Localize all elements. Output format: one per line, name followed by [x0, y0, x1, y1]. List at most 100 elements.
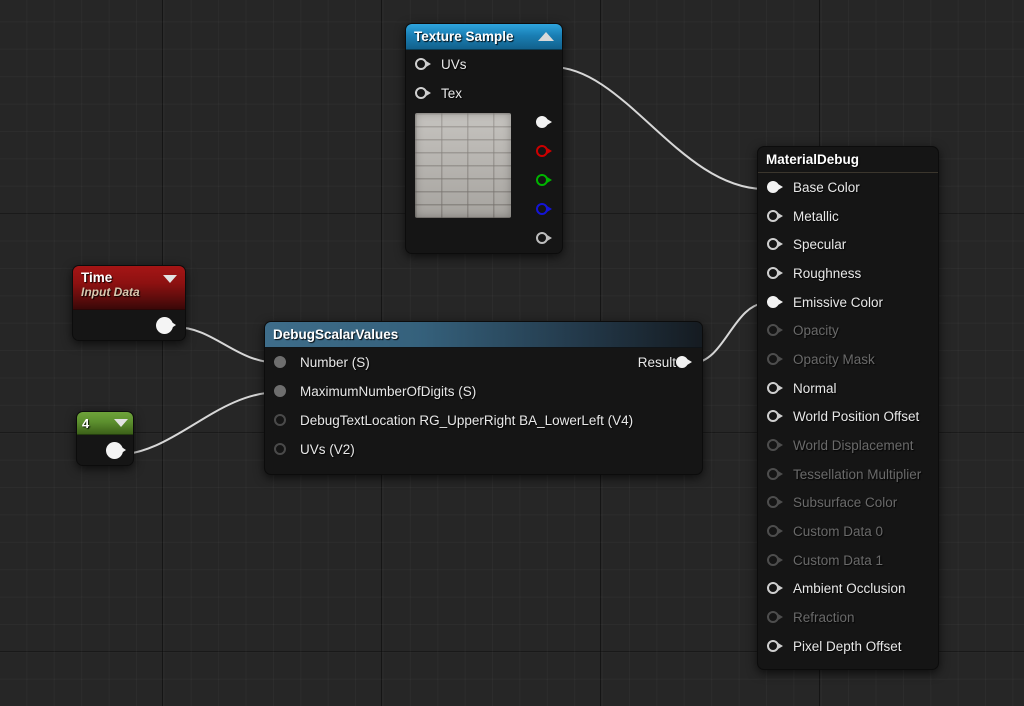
debug-scalar-values-header[interactable]: DebugScalarValues [265, 322, 702, 348]
material-debug-body: Base Color Metallic Specular Roughness E… [758, 173, 938, 661]
uvs-input-pin-icon[interactable] [415, 58, 432, 71]
refraction-pin-icon[interactable] [767, 611, 784, 624]
pin-row-number[interactable]: Number (S) Result [265, 348, 702, 377]
number-input-pin-icon[interactable] [274, 356, 291, 369]
pin-row-emissive-color[interactable]: Emissive Color [758, 288, 938, 317]
subsurface-color-pin-icon[interactable] [767, 496, 784, 509]
pin-row-opacity-mask[interactable]: Opacity Mask [758, 345, 938, 374]
world-position-offset-pin-icon[interactable] [767, 410, 784, 423]
node-constant-4[interactable]: 4 [76, 411, 134, 466]
texture-sample-header[interactable]: Texture Sample [406, 24, 562, 50]
pin-row-world-displacement[interactable]: World Displacement [758, 431, 938, 460]
pin-row-ambient-occlusion[interactable]: Ambient Occlusion [758, 575, 938, 604]
node-material-debug[interactable]: MaterialDebug Base Color Metallic Specul… [757, 146, 939, 670]
opacity-pin-icon[interactable] [767, 324, 784, 337]
emissive-color-label: Emissive Color [793, 294, 884, 310]
debug-scalar-values-body: Number (S) Result MaximumNumberOfDigits … [265, 348, 702, 464]
pin-row-uvs-v2[interactable]: UVs (V2) [265, 435, 702, 464]
result-output-pin-icon[interactable] [676, 356, 693, 369]
opacity-label: Opacity [793, 323, 839, 339]
pin-row-subsurface-color[interactable]: Subsurface Color [758, 489, 938, 518]
metallic-pin-icon[interactable] [767, 209, 784, 223]
roughness-pin-icon[interactable] [767, 266, 784, 280]
pin-row-world-position-offset[interactable]: World Position Offset [758, 403, 938, 432]
pin-row-output-r[interactable] [520, 137, 562, 166]
pin-row-metallic[interactable]: Metallic [758, 202, 938, 231]
wire-texture-to-base-color [551, 66, 766, 190]
pin-row-output-a[interactable] [520, 224, 562, 253]
pin-row-debug-text-location[interactable]: DebugTextLocation RG_UpperRight BA_Lower… [265, 406, 702, 435]
normal-pin-icon[interactable] [767, 381, 784, 395]
uvs-v2-pin-icon[interactable] [274, 443, 291, 456]
number-input-label: Number (S) [300, 355, 370, 370]
base-color-pin-icon[interactable] [767, 180, 784, 194]
custom-data-0-pin-icon[interactable] [767, 525, 784, 538]
constant-4-body [77, 435, 133, 465]
tex-input-pin-icon[interactable] [415, 87, 432, 100]
debug-text-location-label: DebugTextLocation RG_UpperRight BA_Lower… [300, 413, 634, 428]
chevron-up-icon[interactable] [538, 32, 554, 41]
pin-row-base-color[interactable]: Base Color [758, 173, 938, 202]
maximum-number-of-digits-label: MaximumNumberOfDigits (S) [300, 384, 477, 399]
opacity-mask-label: Opacity Mask [793, 351, 875, 367]
pin-row-refraction[interactable]: Refraction [758, 603, 938, 632]
chevron-down-icon[interactable] [114, 419, 128, 427]
texture-sample-title: Texture Sample [414, 29, 514, 44]
specular-pin-icon[interactable] [767, 238, 784, 251]
metallic-label: Metallic [793, 208, 839, 224]
pin-row-custom-data-1[interactable]: Custom Data 1 [758, 546, 938, 575]
emissive-color-pin-icon[interactable] [767, 295, 784, 309]
constant-4-output-pin-icon[interactable] [106, 441, 126, 459]
material-debug-header[interactable]: MaterialDebug [758, 147, 938, 173]
rgb-output-pin-icon[interactable] [536, 116, 553, 129]
refraction-label: Refraction [793, 610, 855, 626]
maximum-number-of-digits-pin-icon[interactable] [274, 385, 291, 398]
pin-row-specular[interactable]: Specular [758, 230, 938, 259]
texture-sample-body: UVs Tex [406, 50, 562, 253]
time-body [73, 310, 185, 340]
pin-row-normal[interactable]: Normal [758, 374, 938, 403]
custom-data-1-pin-icon[interactable] [767, 553, 784, 567]
pin-row-maximum-number-of-digits[interactable]: MaximumNumberOfDigits (S) [265, 377, 702, 406]
r-output-pin-icon[interactable] [536, 145, 553, 158]
pin-row-tessellation-multiplier[interactable]: Tessellation Multiplier [758, 460, 938, 489]
material-graph-canvas[interactable]: Texture Sample UVs Tex MaterialDebug Bas… [0, 0, 1024, 706]
time-output-pin-icon[interactable] [156, 316, 176, 334]
pixel-depth-offset-pin-icon[interactable] [767, 639, 784, 653]
world-displacement-pin-icon[interactable] [767, 439, 784, 452]
tex-input-label: Tex [441, 86, 463, 101]
texture-preview-thumbnail[interactable] [415, 113, 511, 218]
wire-const4-to-max-digits [113, 391, 281, 456]
constant-4-header[interactable]: 4 [77, 412, 133, 435]
pin-row-tex[interactable]: Tex [406, 79, 562, 108]
chevron-down-icon[interactable] [163, 275, 177, 283]
pin-row-opacity[interactable]: Opacity [758, 316, 938, 345]
opacity-mask-pin-icon[interactable] [767, 352, 784, 366]
node-time[interactable]: Time Input Data [72, 265, 186, 341]
debug-scalar-values-title: DebugScalarValues [273, 327, 399, 342]
b-output-pin-icon[interactable] [536, 203, 553, 216]
a-output-pin-icon[interactable] [536, 232, 553, 245]
uvs-v2-label: UVs (V2) [300, 442, 355, 457]
result-output[interactable]: Result [629, 348, 693, 377]
material-debug-title: MaterialDebug [766, 152, 860, 167]
wire-result-to-emissive [691, 302, 768, 364]
pin-row-output-b[interactable] [520, 195, 562, 224]
pin-row-output-g[interactable] [520, 166, 562, 195]
time-header[interactable]: Time Input Data [73, 266, 185, 310]
pin-row-roughness[interactable]: Roughness [758, 259, 938, 288]
pin-row-uvs[interactable]: UVs [406, 50, 562, 79]
base-color-label: Base Color [793, 179, 860, 195]
custom-data-0-label: Custom Data 0 [793, 524, 884, 540]
tessellation-multiplier-label: Tessellation Multiplier [793, 466, 922, 482]
ambient-occlusion-pin-icon[interactable] [767, 582, 784, 595]
custom-data-1-label: Custom Data 1 [793, 552, 884, 568]
debug-text-location-pin-icon[interactable] [274, 414, 291, 427]
pin-row-output-rgb[interactable] [520, 108, 562, 137]
pin-row-pixel-depth-offset[interactable]: Pixel Depth Offset [758, 632, 938, 661]
node-texture-sample[interactable]: Texture Sample UVs Tex [405, 23, 563, 254]
node-debug-scalar-values[interactable]: DebugScalarValues Number (S) Result Maxi… [264, 321, 703, 475]
tessellation-multiplier-pin-icon[interactable] [767, 467, 784, 481]
g-output-pin-icon[interactable] [536, 174, 553, 187]
pin-row-custom-data-0[interactable]: Custom Data 0 [758, 517, 938, 546]
